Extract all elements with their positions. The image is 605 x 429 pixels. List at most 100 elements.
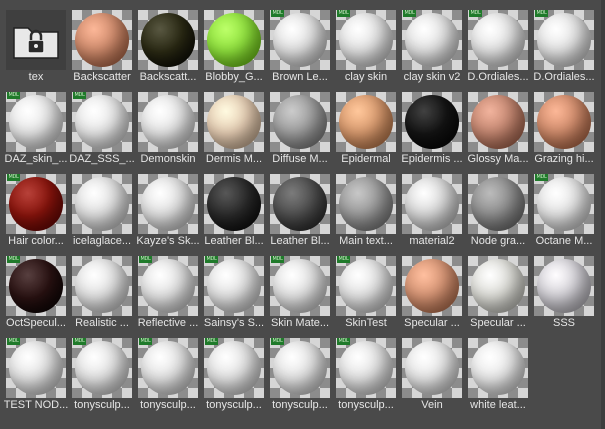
material-item[interactable]: Diffuse M...: [264, 84, 330, 166]
material-item[interactable]: SSS: [528, 248, 594, 330]
material-item[interactable]: icelaglace...: [66, 166, 132, 248]
material-item[interactable]: MDL Reflective ...: [132, 248, 198, 330]
material-item[interactable]: MDL Octane M...: [528, 166, 594, 248]
material-item[interactable]: white leat...: [462, 330, 528, 412]
material-item[interactable]: Backscatter: [66, 2, 132, 84]
material-sphere: [9, 177, 63, 231]
item-label: SkinTest: [345, 317, 387, 329]
material-item[interactable]: MDL D.Ordiales...: [462, 2, 529, 84]
material-item[interactable]: MDL clay skin: [330, 2, 396, 84]
material-preview: MDL: [534, 174, 594, 234]
material-item[interactable]: Epidermal: [330, 84, 396, 166]
material-preview: MDL: [72, 92, 132, 152]
item-label: Diffuse M...: [272, 153, 328, 165]
material-item[interactable]: Dermis M...: [198, 84, 264, 166]
material-type-badge: MDL: [139, 256, 152, 263]
material-sphere: [207, 177, 261, 231]
material-item[interactable]: MDL tonysculp...: [330, 330, 396, 412]
item-label: tonysculp...: [272, 399, 328, 411]
material-preview: [138, 92, 198, 152]
material-item[interactable]: Node gra...: [462, 166, 528, 248]
material-sphere: [9, 341, 63, 395]
material-preview: MDL: [402, 10, 462, 70]
material-item[interactable]: MDL Sainsy's S...: [198, 248, 264, 330]
material-item[interactable]: MDL tonysculp...: [198, 330, 264, 412]
item-label: DAZ_SSS_...: [69, 153, 135, 165]
material-item[interactable]: Leather Bl...: [264, 166, 330, 248]
material-item[interactable]: Demonskin: [132, 84, 198, 166]
material-preview: [72, 256, 132, 316]
item-label: white leat...: [470, 399, 526, 411]
material-item[interactable]: MDL Hair color...: [0, 166, 66, 248]
scrollbar-edge[interactable]: [601, 0, 605, 429]
material-item[interactable]: Specular ...: [462, 248, 528, 330]
material-item[interactable]: Grazing hi...: [528, 84, 594, 166]
material-sphere: [75, 95, 129, 149]
material-item[interactable]: MDL tonysculp...: [66, 330, 132, 412]
material-type-badge: MDL: [271, 10, 284, 17]
material-item[interactable]: Glossy Ma...: [462, 84, 529, 166]
material-preview: MDL: [468, 10, 528, 70]
item-label: DAZ_skin_...: [4, 153, 68, 165]
item-label: Specular ...: [404, 317, 460, 329]
material-preview: MDL: [138, 256, 198, 316]
item-label: Glossy Ma...: [467, 153, 529, 165]
material-item[interactable]: MDL DAZ_skin_...: [0, 84, 67, 166]
material-sphere: [339, 341, 393, 395]
folder-thumbnail: [6, 10, 66, 70]
material-sphere: [471, 95, 525, 149]
material-sphere: [405, 13, 459, 67]
item-label: Leather Bl...: [270, 235, 330, 247]
material-sphere: [207, 341, 261, 395]
material-sphere: [471, 177, 525, 231]
item-label: tonysculp...: [74, 399, 130, 411]
material-preview: MDL: [336, 338, 396, 398]
material-item[interactable]: Realistic ...: [66, 248, 132, 330]
folder-item[interactable]: tex: [0, 2, 66, 84]
material-item[interactable]: MDL DAZ_SSS_...: [66, 84, 135, 166]
material-preview: [468, 92, 528, 152]
material-browser-grid: tex Backscatter Backscatt... Blobby_G... MDL…: [0, 0, 605, 429]
material-preview: [336, 174, 396, 234]
material-type-badge: MDL: [73, 338, 86, 345]
material-item[interactable]: Backscatt...: [132, 2, 198, 84]
material-type-badge: MDL: [271, 256, 284, 263]
material-item[interactable]: MDL SkinTest: [330, 248, 396, 330]
item-label: clay skin: [344, 71, 388, 83]
material-item[interactable]: Epidermis ...: [396, 84, 463, 166]
material-sphere: [339, 177, 393, 231]
item-label: Main text...: [339, 235, 393, 247]
material-preview: MDL: [204, 256, 264, 316]
material-item[interactable]: Main text...: [330, 166, 396, 248]
material-sphere: [75, 13, 129, 67]
material-item[interactable]: Vein: [396, 330, 462, 412]
item-label: Leather Bl...: [204, 235, 264, 247]
material-item[interactable]: MDL TEST NOD...: [0, 330, 68, 412]
material-preview: MDL: [72, 338, 132, 398]
item-label: Blobby_G...: [205, 71, 263, 83]
material-item[interactable]: MDL OctSpecul...: [0, 248, 66, 330]
material-sphere: [141, 13, 195, 67]
material-preview: MDL: [534, 10, 594, 70]
material-item[interactable]: MDL Brown Le...: [264, 2, 330, 84]
material-item[interactable]: Blobby_G...: [198, 2, 264, 84]
material-item[interactable]: MDL tonysculp...: [264, 330, 330, 412]
material-item[interactable]: Specular ...: [396, 248, 462, 330]
material-item[interactable]: MDL D.Ordiales...: [528, 2, 595, 84]
material-preview: [402, 338, 462, 398]
item-label: Vein: [421, 399, 443, 411]
material-item[interactable]: MDL Skin Mate...: [264, 248, 330, 330]
material-item[interactable]: MDL clay skin v2: [396, 2, 462, 84]
material-sphere: [537, 13, 591, 67]
material-item[interactable]: material2: [396, 166, 462, 248]
material-item[interactable]: MDL tonysculp...: [132, 330, 198, 412]
material-sphere: [75, 177, 129, 231]
item-label: Brown Le...: [272, 71, 328, 83]
material-preview: [468, 174, 528, 234]
item-label: OctSpecul...: [6, 317, 66, 329]
material-item[interactable]: Kayze's Sk...: [132, 166, 200, 248]
item-label: Reflective ...: [137, 317, 199, 329]
material-item[interactable]: Leather Bl...: [198, 166, 264, 248]
material-type-badge: MDL: [7, 92, 20, 99]
item-label: tex: [28, 71, 44, 83]
